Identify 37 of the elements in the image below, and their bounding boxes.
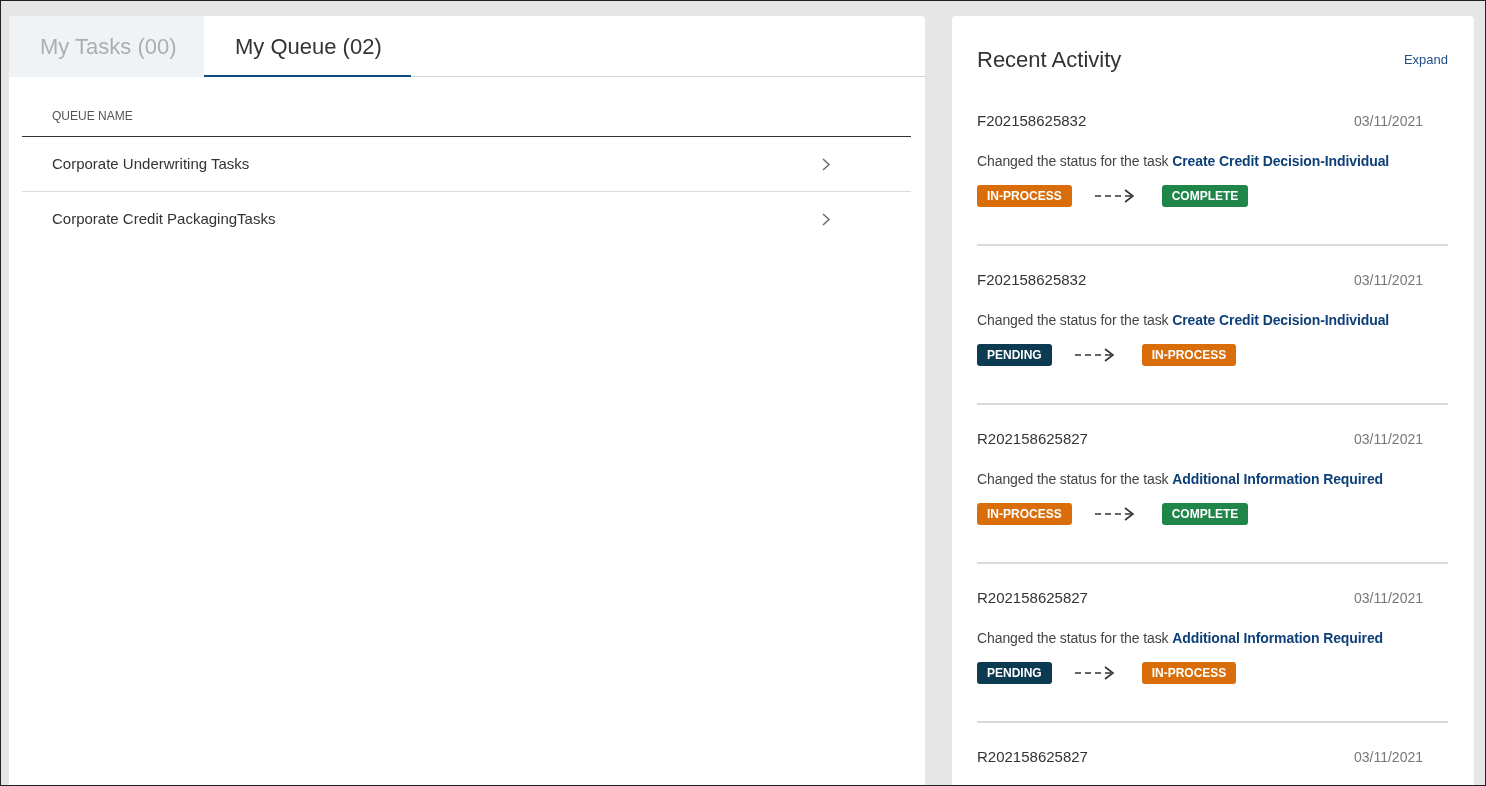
status-badge: IN-PROCESS	[1141, 662, 1237, 684]
activity-date: 03/11/2021	[1353, 111, 1423, 131]
status-badge: IN-PROCESS	[977, 503, 1072, 525]
column-header: QUEUE NAME	[52, 109, 133, 123]
activity-description: Changed the status for the task Additional Information Required	[977, 470, 1385, 489]
record-id: R202158625827	[977, 587, 1088, 608]
panel-title: Recent Activity	[977, 45, 1122, 74]
queue-row[interactable]: Corporate Credit PackagingTasks	[22, 192, 911, 247]
chevron-right-icon	[822, 157, 830, 171]
activity-date: 03/11/2021	[1353, 429, 1423, 449]
activity-description: Changed the status for the task Create Credit Decision-Individual	[977, 311, 1391, 330]
task-link[interactable]: Create Credit Decision-Individual	[1172, 153, 1390, 169]
record-id: F202158625832	[977, 110, 1087, 131]
status-badge: IN-PROCESS	[1141, 344, 1237, 366]
dashed-arrow-icon	[1074, 666, 1114, 680]
queue-row[interactable]: Corporate Underwriting Tasks	[22, 137, 911, 192]
dashed-arrow-icon	[1094, 507, 1134, 521]
record-id: R202158625827	[977, 428, 1088, 449]
task-link[interactable]: Additional Information Required	[1172, 630, 1384, 646]
activity-description: Changed the status for the task Create Credit Decision-Individual	[977, 152, 1391, 171]
activity-description: Changed the status for the task Additional Information Required	[977, 629, 1385, 648]
expand-link[interactable]: Expand	[1403, 49, 1448, 70]
dashed-arrow-icon	[1074, 348, 1114, 362]
activity-date: 03/11/2021	[1353, 270, 1423, 290]
activity-date: 03/11/2021	[1353, 747, 1423, 767]
activity-date: 03/11/2021	[1353, 588, 1423, 608]
status-badge: IN-PROCESS	[977, 185, 1072, 207]
status-badge: COMPLETE	[1161, 185, 1249, 207]
record-id: F202158625832	[977, 269, 1087, 290]
record-id: R202158625827	[977, 746, 1088, 767]
chevron-right-icon	[822, 213, 830, 226]
task-link[interactable]: Create Credit Decision-Individual	[1172, 312, 1390, 328]
status-badge: COMPLETE	[1161, 503, 1249, 525]
dashed-arrow-icon	[1094, 189, 1134, 203]
task-link[interactable]: Additional Information Required	[1172, 471, 1384, 487]
status-badge: PENDING	[977, 662, 1052, 684]
status-badge: PENDING	[977, 344, 1052, 366]
